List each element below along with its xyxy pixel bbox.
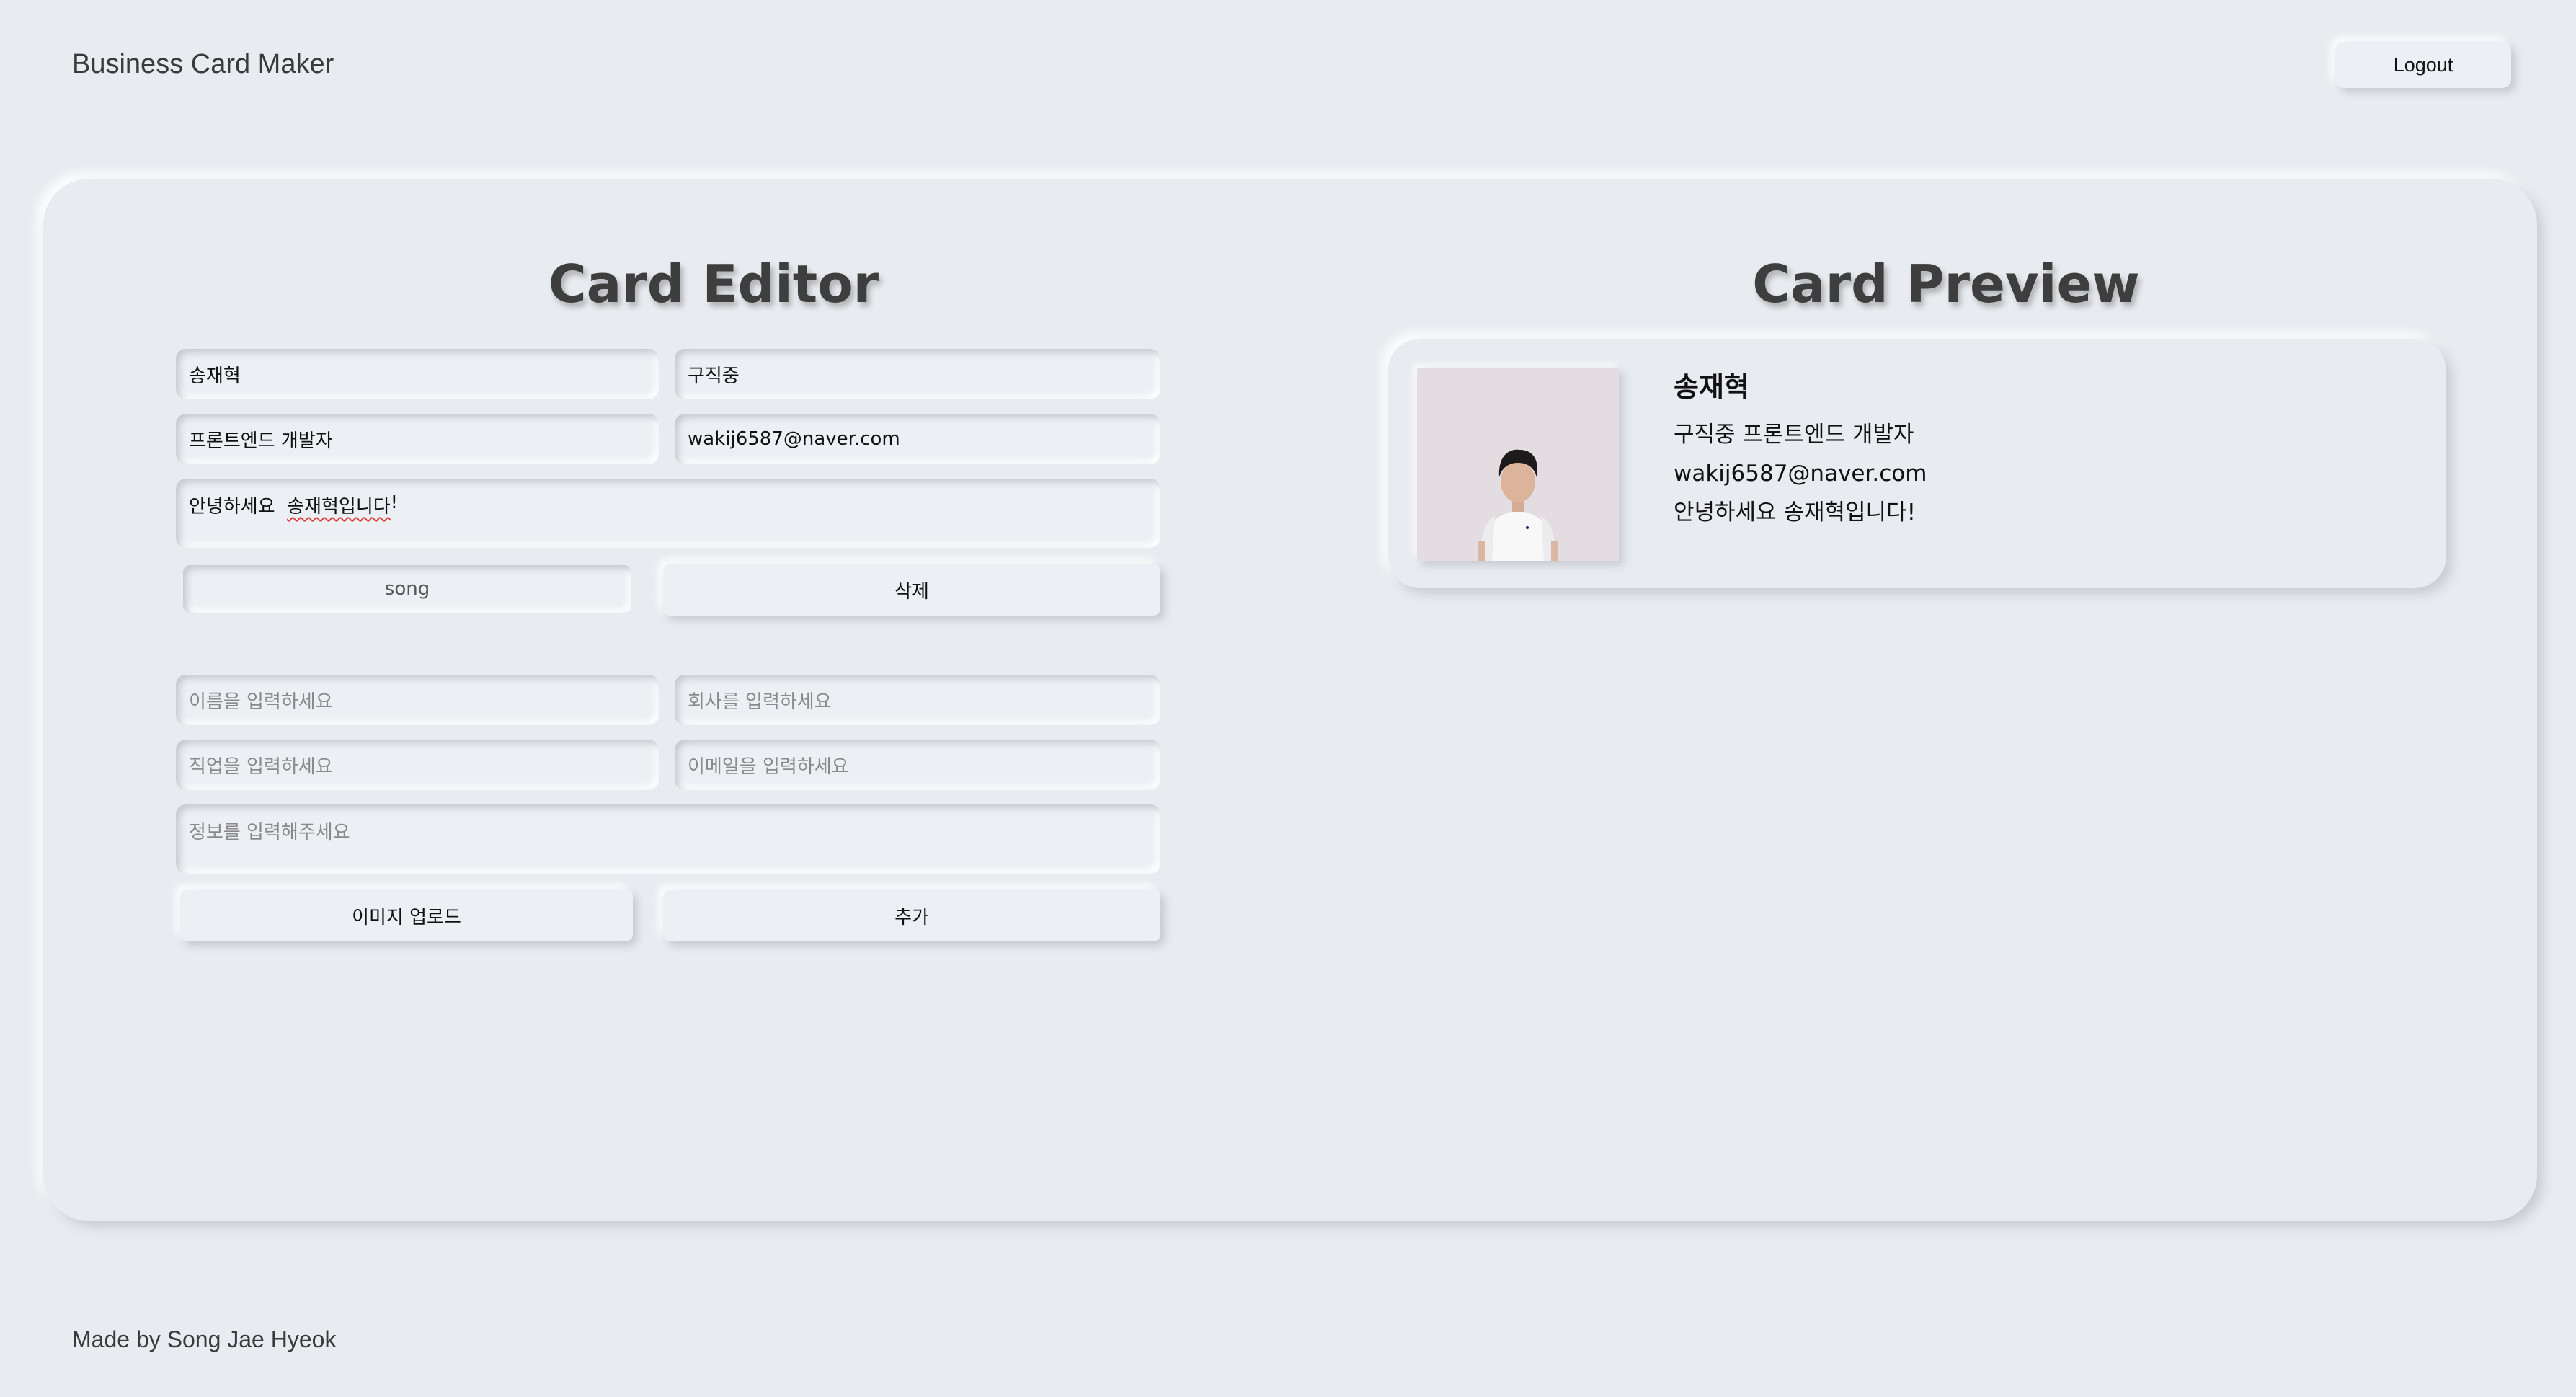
title-field[interactable]: 프론트엔드 개발자 bbox=[176, 414, 659, 464]
add-button[interactable]: 추가 bbox=[663, 890, 1160, 941]
message-text-underlined: 송재혁입니다 bbox=[287, 496, 391, 518]
email-field[interactable]: wakij6587@naver.com bbox=[675, 414, 1160, 464]
person-photo-icon bbox=[1417, 368, 1619, 561]
avatar bbox=[1417, 368, 1619, 561]
message-text-start: 안녕하세요 bbox=[189, 496, 288, 518]
footer-credit: Made by Song Jae Hyeok bbox=[72, 1326, 337, 1352]
preview-title: Card Preview bbox=[1752, 254, 2140, 314]
preview-message: 안녕하세요 송재혁입니다! bbox=[1674, 500, 1917, 525]
name-field[interactable]: 송재혁 bbox=[176, 349, 659, 399]
preview-company-title: 구직중 프론트엔드 개발자 bbox=[1674, 422, 1914, 448]
new-email-input[interactable]: 이메일을 입력하세요 bbox=[675, 740, 1160, 790]
delete-button[interactable]: 삭제 bbox=[663, 564, 1160, 616]
new-name-input[interactable]: 이름을 입력하세요 bbox=[176, 675, 659, 725]
preview-email: wakij6587@naver.com bbox=[1674, 461, 1927, 487]
editor-title: Card Editor bbox=[548, 254, 879, 314]
main-panel: Card Editor 송재혁 구직중 프론트엔드 개발자 wakij6587@… bbox=[43, 179, 2537, 1221]
preview-card[interactable]: 송재혁 구직중 프론트엔드 개발자 wakij6587@naver.com 안녕… bbox=[1388, 339, 2446, 588]
theme-select[interactable]: song bbox=[183, 565, 631, 613]
message-text-end: ! bbox=[390, 492, 399, 513]
new-message-textarea[interactable]: 정보를 입력해주세요 bbox=[176, 804, 1160, 874]
company-field[interactable]: 구직중 bbox=[675, 349, 1160, 399]
image-upload-button[interactable]: 이미지 업로드 bbox=[180, 890, 633, 941]
message-textarea[interactable]: 안녕하세요 송재혁입니다! bbox=[176, 479, 1160, 548]
app-title: Business Card Maker bbox=[72, 49, 334, 79]
card-info: 송재혁 구직중 프론트엔드 개발자 wakij6587@naver.com 안녕… bbox=[1674, 365, 2394, 532]
preview-name: 송재혁 bbox=[1674, 371, 1749, 403]
logout-button[interactable]: Logout bbox=[2335, 42, 2511, 88]
new-company-input[interactable]: 회사를 입력하세요 bbox=[675, 675, 1160, 725]
new-title-input[interactable]: 직업을 입력하세요 bbox=[176, 740, 659, 790]
